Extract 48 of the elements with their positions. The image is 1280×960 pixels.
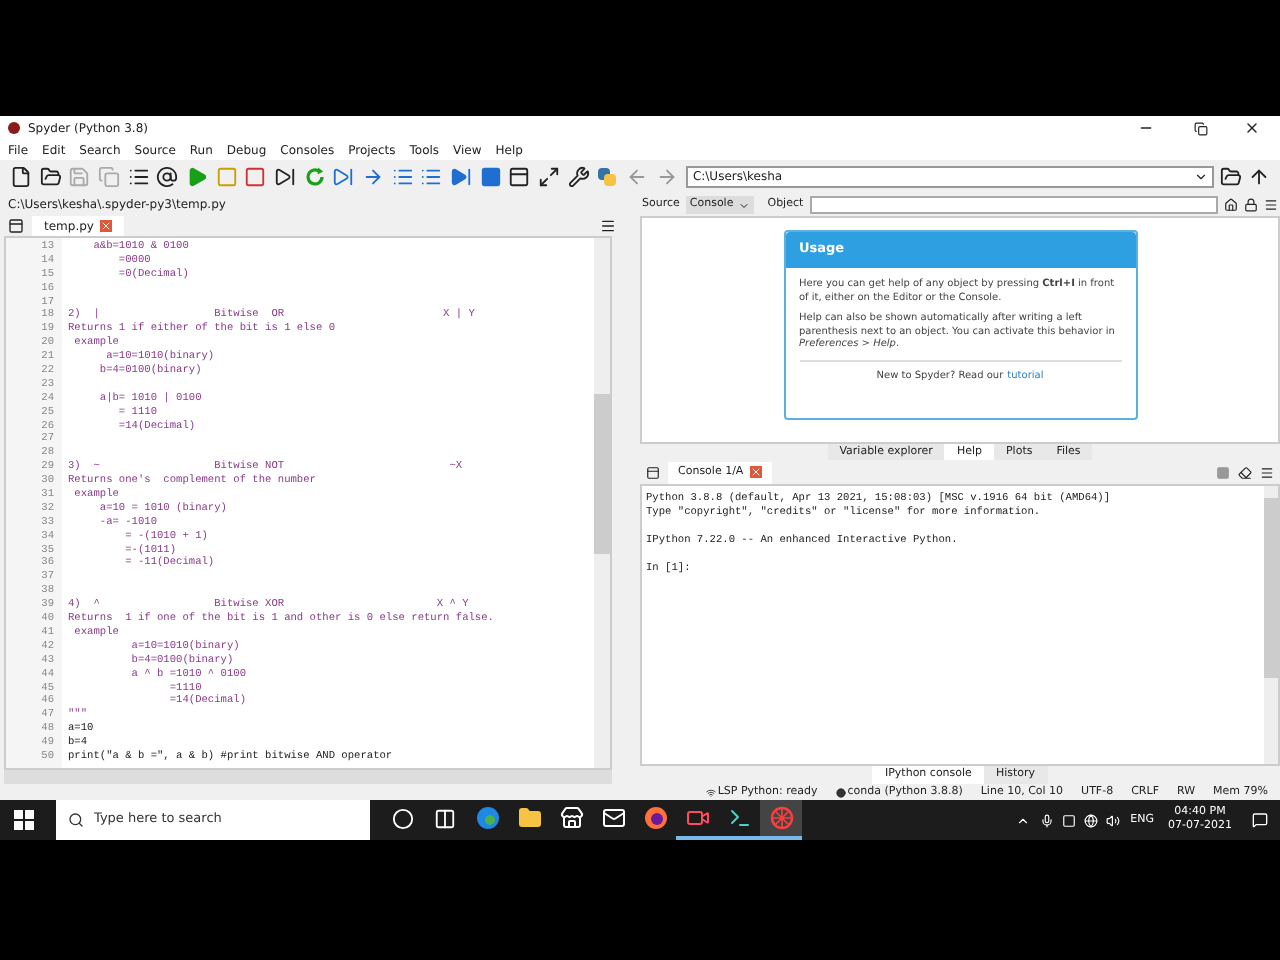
home-icon[interactable] — [1224, 198, 1238, 212]
app-icon — [8, 122, 20, 134]
new-file-icon[interactable] — [8, 164, 34, 190]
chevron-up-icon[interactable] — [1016, 813, 1031, 827]
browser-icon[interactable] — [643, 806, 667, 830]
panel-icon[interactable] — [506, 164, 533, 190]
vertical-scrollbar[interactable] — [1264, 486, 1278, 764]
menu-icon[interactable] — [600, 218, 616, 234]
browse-tabs-icon[interactable] — [8, 218, 24, 234]
volume-icon[interactable] — [1106, 813, 1121, 827]
menu-icon[interactable] — [1264, 198, 1278, 212]
vertical-scrollbar[interactable] — [594, 238, 610, 768]
video-icon[interactable] — [685, 806, 709, 830]
microphone-icon[interactable] — [1040, 813, 1055, 827]
open-folder-icon[interactable] — [1217, 164, 1243, 190]
fullscreen-icon[interactable] — [536, 164, 562, 190]
stop-icon[interactable] — [477, 164, 503, 190]
close-tab-icon[interactable] — [749, 466, 762, 478]
browser-icon[interactable] — [475, 806, 499, 830]
store-icon[interactable] — [559, 806, 583, 830]
cortana-icon[interactable] — [392, 807, 414, 829]
step-icon[interactable] — [360, 164, 386, 190]
horizontal-scrollbar[interactable] — [4, 770, 612, 784]
terminal-icon[interactable] — [727, 806, 751, 830]
close-icon[interactable] — [1244, 120, 1260, 136]
mail-icon[interactable] — [601, 806, 625, 830]
start-icon[interactable] — [14, 810, 34, 830]
spider-web-icon[interactable] — [769, 806, 793, 830]
search-icon — [68, 812, 84, 828]
at-sign-icon[interactable] — [154, 164, 181, 190]
close-tab-icon[interactable] — [99, 220, 112, 232]
task-view-icon[interactable] — [434, 807, 456, 829]
continue-icon[interactable] — [448, 164, 474, 190]
dropdown-icon — [737, 199, 750, 211]
menu-icon[interactable] — [1260, 465, 1274, 479]
eraser-icon[interactable] — [1238, 465, 1252, 479]
run-selection-icon[interactable] — [272, 164, 298, 190]
object-field[interactable] — [809, 196, 1218, 214]
dropdown-icon[interactable] — [1193, 170, 1208, 184]
debug-icon[interactable] — [330, 164, 357, 190]
notification-icon[interactable] — [1252, 812, 1268, 828]
lock-icon[interactable] — [1244, 198, 1258, 212]
folder-icon[interactable] — [517, 806, 541, 830]
browse-tabs-icon[interactable] — [646, 465, 660, 479]
open-folder-icon[interactable] — [37, 164, 63, 190]
wrench-icon[interactable] — [565, 164, 591, 190]
network-icon[interactable] — [1084, 813, 1099, 827]
restore-icon[interactable] — [1194, 121, 1208, 135]
